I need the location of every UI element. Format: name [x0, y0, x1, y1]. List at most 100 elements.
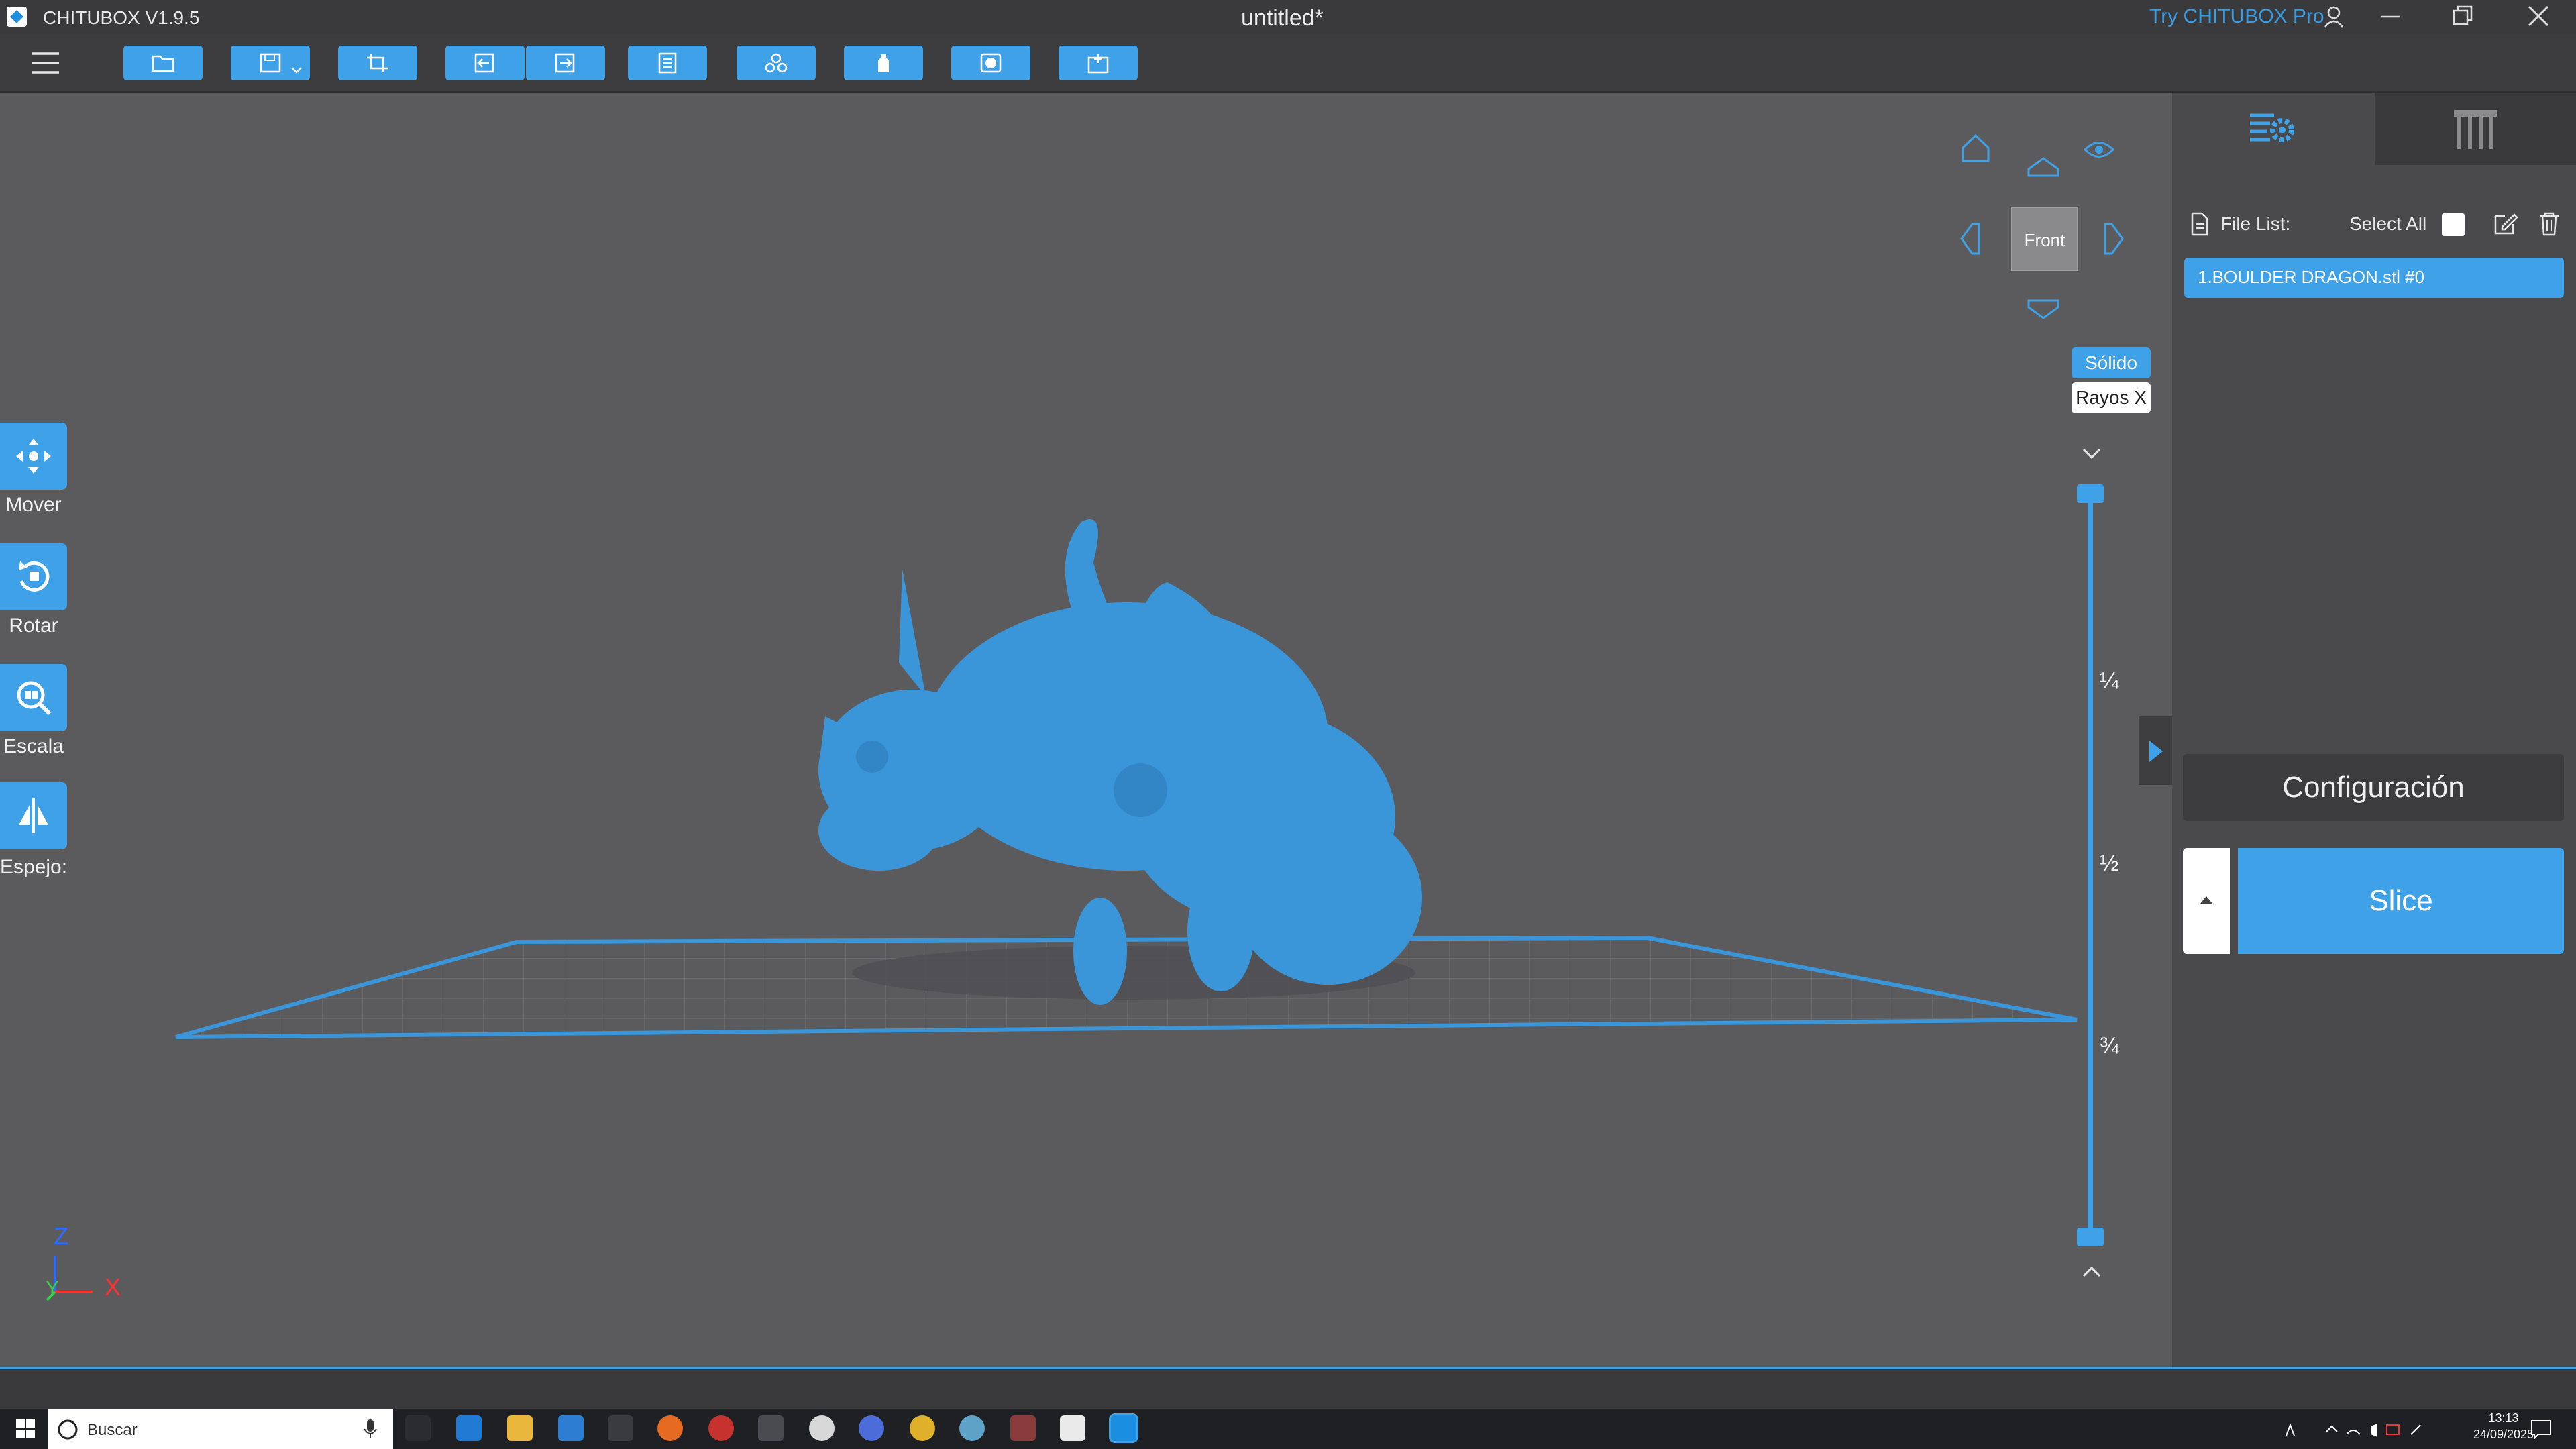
collapse-panel-button[interactable] [2139, 716, 2172, 785]
configuration-button[interactable]: Configuración [2183, 754, 2564, 821]
move-tool-button[interactable] [0, 423, 67, 490]
view-front-button[interactable]: Front [2011, 207, 2078, 271]
edit-icon[interactable] [2491, 211, 2518, 237]
scale-icon [17, 681, 52, 716]
layer-tick-quarter: ¼ [2100, 668, 2119, 694]
layer-slider-top-handle[interactable] [2077, 484, 2104, 503]
status-bar [0, 1367, 2576, 1409]
layer-tick-half: ½ [2100, 851, 2119, 876]
folder-icon [152, 55, 174, 72]
box-icon [1087, 54, 1109, 74]
axis-x-label: X [105, 1273, 121, 1301]
support-icon [878, 54, 889, 72]
try-pro-link[interactable]: Try CHITUBOX Pro [2149, 5, 2324, 28]
move-icon [16, 439, 51, 474]
trash-icon[interactable] [2536, 211, 2563, 237]
mirror-icon [19, 798, 48, 833]
app-blue-circle-icon[interactable] [859, 1415, 884, 1441]
layer-slider-track[interactable] [2088, 490, 2093, 1241]
dragon-model [818, 519, 1422, 1005]
tab-supports[interactable] [2375, 93, 2576, 165]
redo-button[interactable] [526, 46, 605, 80]
edge-icon[interactable] [456, 1415, 482, 1441]
system-tray-icons[interactable] [2279, 1418, 2434, 1440]
crop-icon [367, 54, 388, 72]
caret-up-icon [2200, 896, 2213, 904]
properties-button[interactable] [628, 46, 707, 80]
app-k-icon[interactable] [758, 1415, 784, 1441]
open-file-button[interactable] [123, 46, 203, 80]
hollow-button[interactable] [951, 46, 1030, 80]
view-left-icon[interactable] [1959, 221, 1983, 256]
redo-icon [555, 53, 575, 73]
move-label: Mover [5, 494, 62, 516]
file-name: 1.BOULDER DRAGON.stl #0 [2198, 267, 2425, 287]
scale-tool-button[interactable] [0, 664, 67, 731]
user-icon[interactable] [2322, 5, 2345, 28]
layer-tick-three-quarter: ¾ [2100, 1033, 2119, 1059]
microphone-icon[interactable] [362, 1418, 378, 1440]
build-plate-scene [175, 519, 2078, 1039]
supports-button[interactable] [844, 46, 923, 80]
notification-icon[interactable] [2529, 1418, 2553, 1440]
arrange-button[interactable] [737, 46, 816, 80]
undo-icon [474, 53, 494, 73]
chevron-down-icon[interactable] [290, 66, 303, 75]
hollow-icon [980, 53, 1002, 73]
select-all-checkbox[interactable] [2442, 213, 2465, 236]
document-icon [658, 52, 677, 74]
undo-button[interactable] [445, 46, 525, 80]
mail-icon[interactable] [608, 1415, 633, 1441]
play-arrow-icon [2149, 741, 2163, 762]
close-button[interactable] [2505, 0, 2572, 34]
slice-options-button[interactable] [2183, 848, 2230, 954]
eye-icon[interactable] [2082, 133, 2116, 166]
select-all-label: Select All [2349, 213, 2427, 234]
firefox-icon[interactable] [657, 1415, 683, 1441]
layer-slider-bottom-handle[interactable] [2077, 1228, 2104, 1246]
view-bottom-icon[interactable] [2026, 297, 2061, 321]
mirror-tool-button[interactable] [0, 782, 67, 849]
restore-button[interactable] [2428, 0, 2496, 34]
file-list-icon [2191, 212, 2208, 236]
winrar-icon[interactable] [1010, 1415, 1036, 1441]
mirror-label: Espejo: [0, 856, 68, 878]
app-title: CHITUBOX V1.9.5 [43, 7, 200, 28]
chevron-down-icon[interactable] [2080, 445, 2104, 462]
hamburger-menu-icon[interactable] [31, 50, 60, 76]
import-button[interactable] [1059, 46, 1138, 80]
tab-settings[interactable] [2172, 93, 2375, 165]
xray-view-button[interactable]: Rayos X [2072, 382, 2151, 413]
view-right-icon[interactable] [2101, 221, 2125, 256]
windows-start-icon[interactable] [15, 1418, 36, 1440]
rotate-icon [19, 561, 50, 592]
cluster-icon [765, 53, 788, 73]
document-title: untitled* [1241, 5, 1324, 31]
chrome-icon[interactable] [910, 1415, 935, 1441]
chevron-up-icon[interactable] [2080, 1264, 2104, 1280]
rotate-label: Rotar [9, 614, 58, 637]
app-teal-icon[interactable] [959, 1415, 985, 1441]
app-circle-icon[interactable] [809, 1415, 835, 1441]
solid-view-button[interactable]: Sólido [2072, 347, 2151, 378]
task-view-icon[interactable] [405, 1415, 431, 1441]
minimize-button[interactable] [2357, 0, 2424, 34]
slice-button[interactable]: Slice [2238, 848, 2564, 954]
chitubox-taskbar-icon[interactable] [1109, 1413, 1138, 1443]
app-red-icon[interactable] [708, 1415, 734, 1441]
store-icon[interactable] [558, 1415, 584, 1441]
axis-y-label: Y [46, 1277, 60, 1299]
view-top-icon[interactable] [2026, 156, 2061, 180]
axis-z-label: Z [54, 1222, 68, 1250]
taskbar-search-placeholder: Buscar [87, 1421, 138, 1439]
screenshot-button[interactable] [338, 46, 417, 80]
scale-label: Escala [3, 735, 64, 757]
home-view-icon[interactable] [1959, 131, 1992, 165]
search-circle-icon [58, 1419, 78, 1440]
save-button[interactable] [231, 46, 310, 80]
file-explorer-icon[interactable] [507, 1415, 533, 1441]
clock-time[interactable]: 13:13 [2470, 1411, 2537, 1426]
rotate-tool-button[interactable] [0, 543, 67, 610]
image-viewer-icon[interactable] [1060, 1415, 1085, 1441]
supports-tab-icon [2454, 110, 2497, 149]
